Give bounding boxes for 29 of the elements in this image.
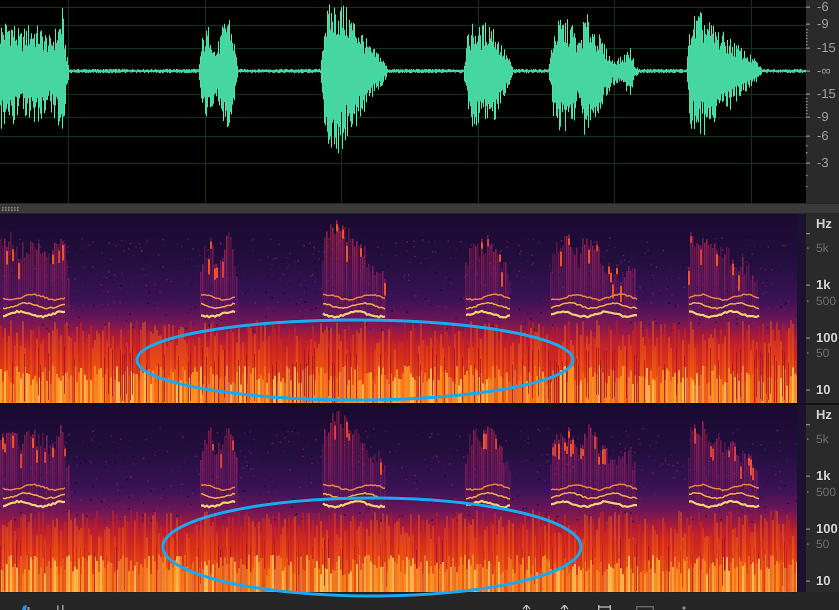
- ruler-label: -6: [817, 0, 829, 14]
- ruler-label: -15: [817, 87, 836, 101]
- ruler-label: 5k: [816, 432, 829, 446]
- ruler-label: -∞: [817, 64, 831, 78]
- dot-icon[interactable]: [682, 606, 686, 610]
- arrow-icon[interactable]: [521, 605, 532, 610]
- ruler-label: -15: [817, 41, 836, 55]
- ruler-label: 500: [816, 294, 836, 308]
- ruler-label: 100: [816, 331, 838, 345]
- ruler-label: 5k: [816, 241, 829, 255]
- bars-icon[interactable]: [56, 605, 65, 610]
- arrow-icon[interactable]: [559, 605, 570, 610]
- ruler-label: 50: [816, 537, 830, 551]
- ruler-label: 10: [816, 383, 830, 397]
- ruler-label: 10: [816, 574, 830, 588]
- ruler-label: -3: [817, 156, 829, 170]
- ruler-label: -6: [817, 129, 829, 143]
- ruler-label: -9: [817, 110, 829, 124]
- ruler-label: 50: [816, 346, 830, 360]
- ruler-label: 100: [816, 522, 838, 536]
- tool-icon[interactable]: [21, 605, 30, 610]
- ruler-label: Hz: [816, 217, 832, 231]
- ruler-label: 500: [816, 485, 836, 499]
- ruler-label: 1k: [816, 278, 830, 292]
- grip-icon[interactable]: [2, 206, 19, 210]
- bracket-icon[interactable]: [598, 605, 611, 610]
- ruler-label: 1k: [816, 469, 830, 483]
- ruler-label: Hz: [816, 408, 832, 422]
- ruler-label: -9: [817, 17, 829, 31]
